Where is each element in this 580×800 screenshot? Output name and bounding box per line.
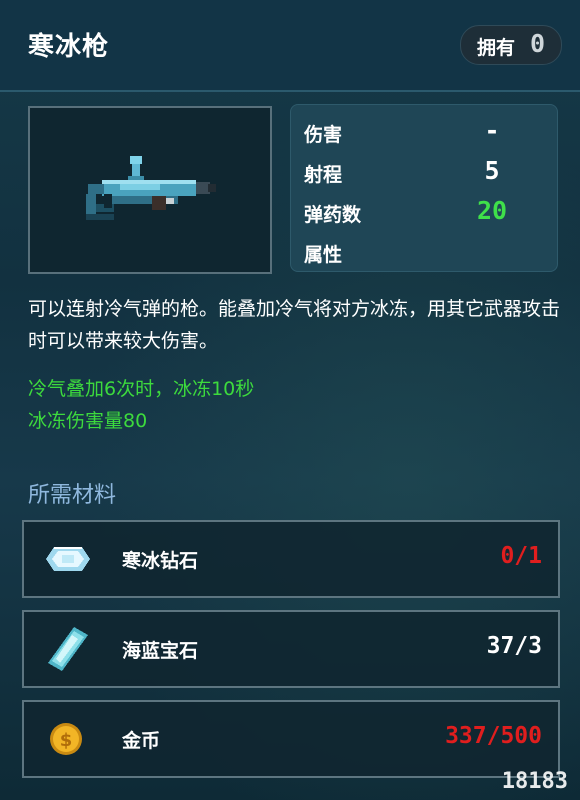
materials-heading: 所需材料: [28, 483, 117, 508]
stat-row-range: 射程 5: [291, 151, 557, 191]
item-description: 可以连射冷气弹的枪。能叠加冷气将对方冰冻，用其它武器攻击时可以带来较大伤害。: [28, 298, 561, 352]
stat-label: 属性: [304, 244, 343, 266]
material-quantity: 0/1: [500, 543, 542, 569]
material-name: 海蓝宝石: [122, 640, 199, 662]
watermark-logo: 18183: [501, 769, 568, 794]
material-quantity: 337/500: [445, 723, 542, 749]
stat-label: 射程: [304, 164, 343, 186]
material-quantity: 37/3: [486, 633, 542, 659]
gold-coin-icon: $: [44, 715, 92, 763]
stat-row-ammo: 弹药数 20: [291, 191, 557, 231]
effect-line: 冰冻伤害量80: [28, 410, 148, 432]
item-header: 寒冰枪 拥有 0: [0, 0, 580, 92]
stat-value: 5: [484, 156, 500, 185]
stats-panel: 伤害 - 射程 5 弹药数 20 属性: [290, 104, 558, 272]
ice-gun-icon: [86, 156, 216, 220]
owned-count: 0: [529, 29, 545, 58]
material-name: 寒冰钻石: [122, 550, 199, 572]
item-title: 寒冰枪: [28, 32, 110, 62]
stat-value: -: [484, 116, 500, 145]
stat-label: 弹药数: [304, 204, 362, 226]
stat-label: 伤害: [304, 124, 343, 146]
effect-line: 冷气叠加6次时，冰冻10秒: [28, 378, 255, 400]
stat-row-damage: 伤害 -: [291, 111, 557, 151]
owned-badge: 拥有 0: [460, 25, 562, 65]
ice-diamond-icon: [44, 535, 92, 583]
material-row-ice-diamond[interactable]: 寒冰钻石 0/1: [22, 520, 560, 598]
svg-text:$: $: [60, 730, 73, 751]
stat-row-attribute: 属性: [291, 231, 557, 271]
effects-list: 冷气叠加6次时，冰冻10秒 冰冻伤害量80: [28, 373, 548, 437]
stat-value: 20: [476, 196, 508, 225]
material-name: 金币: [122, 730, 161, 752]
owned-label: 拥有: [477, 37, 516, 59]
weapon-preview: [28, 106, 272, 274]
material-row-gold-coin[interactable]: $ 金币 337/500: [22, 700, 560, 778]
material-row-aquamarine[interactable]: 海蓝宝石 37/3: [22, 610, 560, 688]
aquamarine-icon: [44, 625, 92, 673]
